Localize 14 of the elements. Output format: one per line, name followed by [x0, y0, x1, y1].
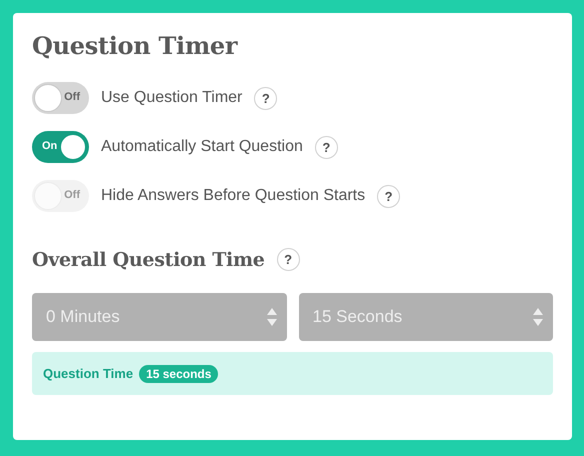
sort-arrows-icon [266, 307, 276, 327]
toggle-switch[interactable]: Off [32, 82, 89, 114]
toggle-label: Automatically Start Question [101, 138, 303, 156]
toggle-label: Use Question Timer [101, 89, 242, 107]
summary-label: Question Time [43, 366, 134, 381]
sort-arrows-icon [533, 307, 543, 327]
time-badge: 15 seconds [139, 364, 218, 382]
toggle-label: Hide Answers Before Question Starts [101, 187, 366, 205]
help-button[interactable]: ? [254, 86, 278, 110]
help-button[interactable]: ? [314, 136, 338, 158]
panel-title: Question Timer [32, 31, 239, 60]
toggle-switch[interactable]: On [32, 131, 89, 163]
help-button[interactable]: ? [276, 248, 300, 271]
section-title: Overall Question Time [32, 248, 265, 270]
